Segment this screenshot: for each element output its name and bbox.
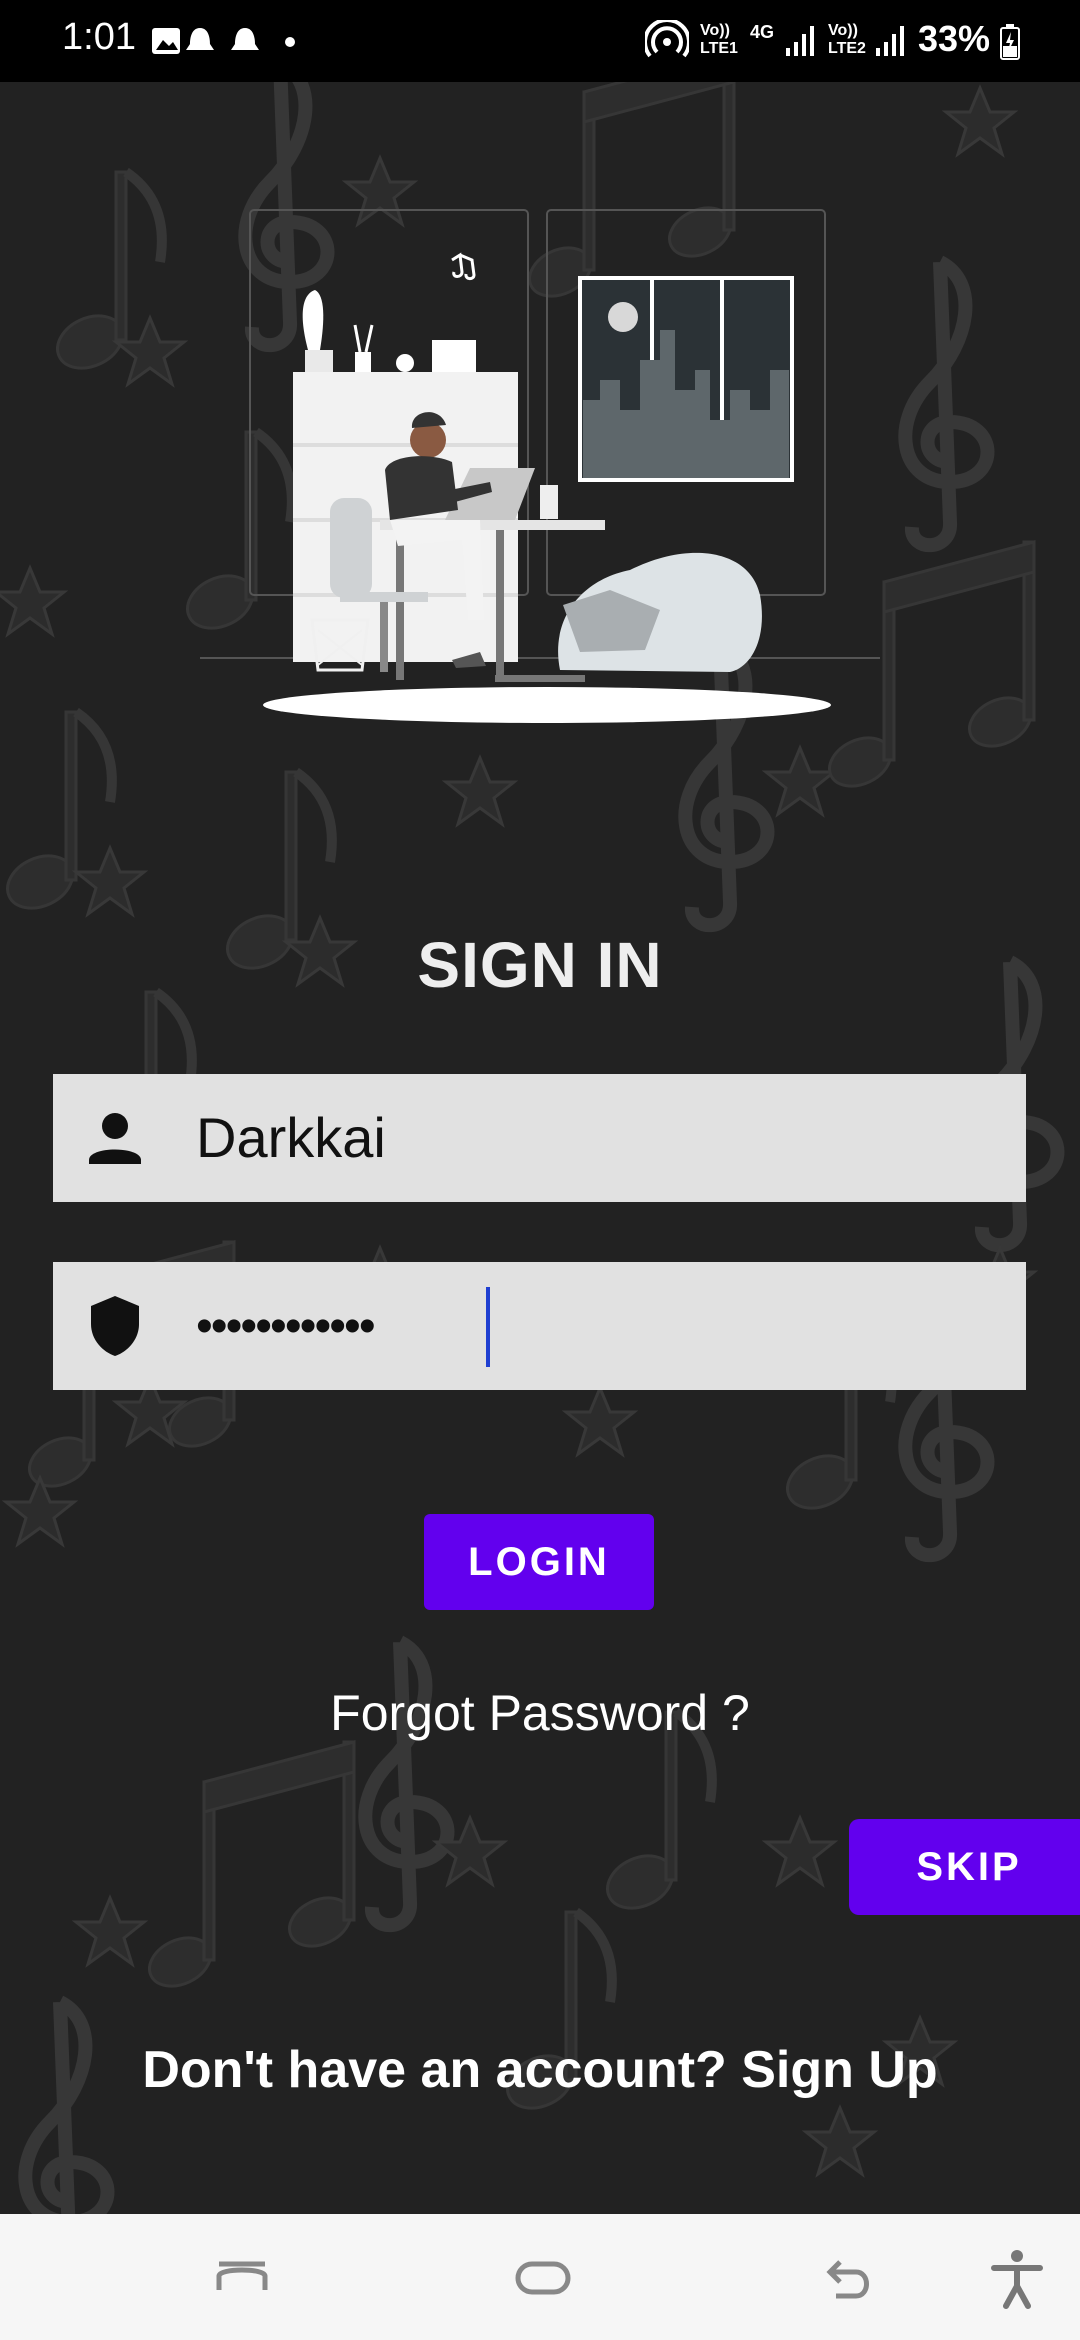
shield-icon bbox=[81, 1292, 149, 1360]
skip-button[interactable]: SKIP bbox=[849, 1819, 1080, 1915]
hero-illustration bbox=[190, 200, 890, 730]
forgot-password-link[interactable]: Forgot Password ? bbox=[0, 1684, 1080, 1742]
page-title: SIGN IN bbox=[417, 929, 663, 1001]
password-field[interactable]: •••••••••••• bbox=[53, 1262, 1026, 1390]
back-icon[interactable] bbox=[812, 2242, 882, 2312]
notification-icons bbox=[150, 22, 300, 70]
accessibility-icon[interactable] bbox=[982, 2242, 1052, 2312]
password-value[interactable]: •••••••••••• bbox=[196, 1292, 376, 1362]
network-type-label: 4G bbox=[750, 22, 775, 42]
recents-icon[interactable] bbox=[207, 2242, 277, 2312]
battery-icon bbox=[1000, 24, 1020, 65]
username-field[interactable]: Darkkai bbox=[53, 1074, 1026, 1202]
hotspot-icon bbox=[643, 18, 691, 65]
home-icon[interactable] bbox=[508, 2242, 578, 2312]
username-value[interactable]: Darkkai bbox=[196, 1098, 386, 1178]
battery-percent: 33% bbox=[918, 18, 991, 59]
person-icon bbox=[81, 1104, 149, 1172]
login-button[interactable]: LOGIN bbox=[424, 1514, 654, 1610]
network-1-label: Vo)) LTE1 bbox=[700, 22, 738, 57]
status-time: 1:01 bbox=[62, 16, 136, 58]
text-cursor bbox=[486, 1287, 490, 1367]
signup-link[interactable]: Don't have an account? Sign Up bbox=[0, 2040, 1080, 2100]
signal-1-icon bbox=[786, 24, 816, 61]
status-bar: 1:01 Vo)) LTE1 4G Vo)) LTE2 33% bbox=[0, 0, 1080, 82]
signal-2-icon bbox=[876, 24, 906, 61]
system-nav-bar bbox=[0, 2214, 1080, 2340]
notification-icons-svg bbox=[152, 28, 295, 54]
network-2-label: Vo)) LTE2 bbox=[828, 22, 866, 57]
